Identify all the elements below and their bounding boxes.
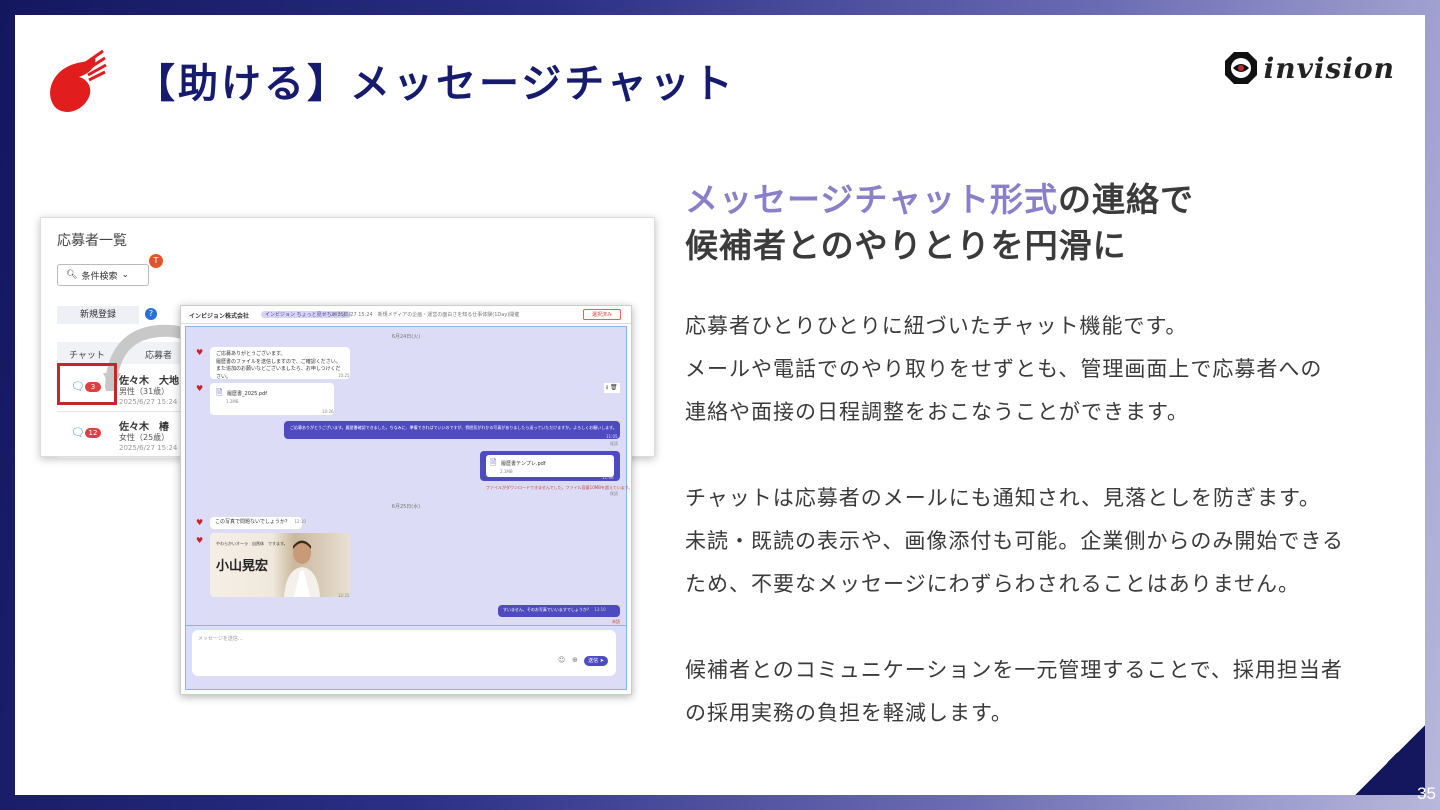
message-time: 12:25 <box>338 593 350 598</box>
attach-icon[interactable]: ⊕ <box>572 656 578 664</box>
body-line: メールや電話でのやり取りをせずとも、管理画面上で応募者への <box>685 357 1323 381</box>
headline-accent: メッセージチャット形式 <box>685 180 1059 219</box>
avatar-icon: ♥ <box>196 384 204 393</box>
file-name: 履歴書テンプレ.pdf <box>501 461 546 467</box>
chat-icon[interactable]: 🗨︎ <box>71 426 85 439</box>
chat-highlight-box <box>57 363 117 405</box>
message-text: すいません、そのお写真でいいますでしょうか？ <box>503 607 591 612</box>
page-number: 35 <box>1417 784 1436 803</box>
chat-header: インビジョン株式会社 インビジョン ちょっと見せちゃうよ 2025/6/27 1… <box>181 306 631 324</box>
file-attachment[interactable]: 🗎︎ 履歴書_2025.pdf 1.2MB <box>210 383 334 415</box>
message-bubble: すいません、そのお写真でいいますでしょうか？ 13:10 <box>498 605 620 617</box>
message-input[interactable]: メッセージを送信... <box>192 630 616 676</box>
unread-count-badge: 12 <box>85 428 101 438</box>
send-button[interactable]: 送信 ➤ <box>584 656 608 666</box>
unread-status: 未読 <box>612 619 620 624</box>
company-name: インビジョン株式会社 <box>189 313 250 320</box>
send-label: 送信 <box>588 658 599 664</box>
body-text: 応募者ひとりひとりに紐づいたチャット機能です。 メールや電話でのやり取りをせずと… <box>685 305 1405 735</box>
chat-input-area: メッセージを送信... ☺ ⊕ 送信 ➤ <box>185 626 627 690</box>
file-name: 履歴書_2025.pdf <box>227 391 267 397</box>
body-line: 未読・既読の表示や、画像添付も可能。企業側からのみ開始できる <box>685 529 1344 553</box>
slide: 【助ける】メッセージチャット invision 応募者一覧 🔍︎ 条件検索 ⌄ … <box>15 15 1425 795</box>
help-icon[interactable]: ? <box>145 308 157 320</box>
message-time: 12:10 <box>294 519 306 524</box>
condition-search-label: 条件検索 <box>81 271 118 282</box>
file-size: 1.2MB <box>226 399 239 404</box>
applicant-date: 2025/6/27 15:24 <box>119 398 178 406</box>
body-line: 連絡や面接の日程調整をおこなうことができます。 <box>685 400 1189 424</box>
user-badge[interactable]: T <box>149 254 163 268</box>
body-line: 応募者ひとりひとりに紐づいたチャット機能です。 <box>685 314 1188 338</box>
file-icon: 🗎︎ <box>490 458 497 467</box>
body-line: ため、不要なメッセージにわずらわされることはありません。 <box>685 572 1300 596</box>
slide-title: 【助ける】メッセージチャット <box>135 61 736 107</box>
read-status: 既読 <box>610 491 618 496</box>
status-button[interactable]: 選択済み <box>582 309 621 320</box>
message-time: 10:26 <box>322 409 334 414</box>
message-line: 履歴書のファイルを送信しますので、ご確認ください。 <box>216 358 341 365</box>
photo-name: 小山晃宏 <box>216 559 269 574</box>
message-time: 13:10 <box>594 607 606 612</box>
date-separator: 6月24日(火) <box>391 334 421 340</box>
message-time: 10:25 <box>338 373 350 378</box>
job-info: 2025/6/27 15:24 新規メディアの企画・運営の面白さを知る仕事体験(… <box>331 312 520 318</box>
brand-name: invision <box>1263 51 1395 85</box>
condition-search-button[interactable]: 🔍︎ 条件検索 ⌄ <box>57 264 149 286</box>
message-line: ご応募ありがとうございます。 <box>216 351 286 357</box>
file-icon: 🗎︎ <box>216 388 223 397</box>
message-bubble: ご応募ありがとうございます。 履歴書のファイルを送信しますので、ご確認ください。… <box>210 347 350 380</box>
applicant-gender-age: 女性（25歳） <box>119 433 170 442</box>
chat-messages[interactable]: 6月24日(火) ♥ ご応募ありがとうございます。 履歴書のファイルを送信します… <box>185 326 632 626</box>
read-status: 既読 <box>610 441 618 446</box>
octagon-logo-icon <box>1224 52 1257 84</box>
corner-decoration <box>1355 725 1425 795</box>
date-separator: 6月25日(水) <box>391 504 421 510</box>
applicant-name[interactable]: 佐々木 椿 <box>119 418 169 433</box>
photo-caption: やわらかいオーラ 自然体 ですます。 <box>216 541 288 546</box>
headline-line2: 候補者とのやりとりを円滑に <box>685 226 1127 265</box>
attached-photo[interactable]: やわらかいオーラ 自然体 ですます。 小山晃宏 <box>210 533 350 597</box>
body-line: 候補者とのコミュニケーションを一元管理することで、採用担当者 <box>685 658 1343 682</box>
body-line: チャットは応募者のメールにも通知され、見落としを防ぎます。 <box>685 486 1321 510</box>
headline-line1-rest: の連絡で <box>1058 180 1195 219</box>
download-icon[interactable]: ⭳ 🗑︎ <box>604 383 620 393</box>
brand-logo: invision <box>1224 51 1395 85</box>
applicant-list-title: 応募者一覧 <box>57 233 127 249</box>
chat-window: インビジョン株式会社 インビジョン ちょっと見せちゃうよ 2025/6/27 1… <box>180 305 632 695</box>
message-bubble: この写真で問題ないでしょうか？ 12:10 <box>210 517 306 529</box>
body-line: の採用実務の負担を軽減します。 <box>685 701 1013 725</box>
emoji-icon[interactable]: ☺ <box>558 656 565 664</box>
message-bubble: ご応募ありがとうございます。履歴書確認できました。ちなみに、準備できればでいいの… <box>284 421 620 439</box>
search-icon: 🔍︎ <box>66 270 78 280</box>
message-text: この写真で問題ないでしょうか？ <box>215 519 290 525</box>
avatar-icon: ♥ <box>196 518 204 527</box>
person-illustration-icon <box>284 540 320 597</box>
avatar-icon: ♥ <box>196 348 204 357</box>
file-size: 2.1MB <box>500 469 513 474</box>
avatar-icon: ♥ <box>196 536 204 545</box>
message-time: 11:05 <box>606 434 618 439</box>
message-line: また追加のお願いなどございましたら、お申しつけください。 <box>216 366 341 380</box>
message-time: 11:06 <box>602 475 614 480</box>
applicant-date: 2025/6/27 15:24 <box>119 444 178 452</box>
chevron-down-icon: ⌄ <box>121 270 129 280</box>
file-attachment[interactable]: 🗎︎ 履歴書テンプレ.pdf 2.1MB <box>480 451 620 481</box>
flame-logo-icon <box>50 49 107 112</box>
headline: メッセージチャット形式の連絡で 候補者とのやりとりを円滑に <box>685 177 1194 269</box>
